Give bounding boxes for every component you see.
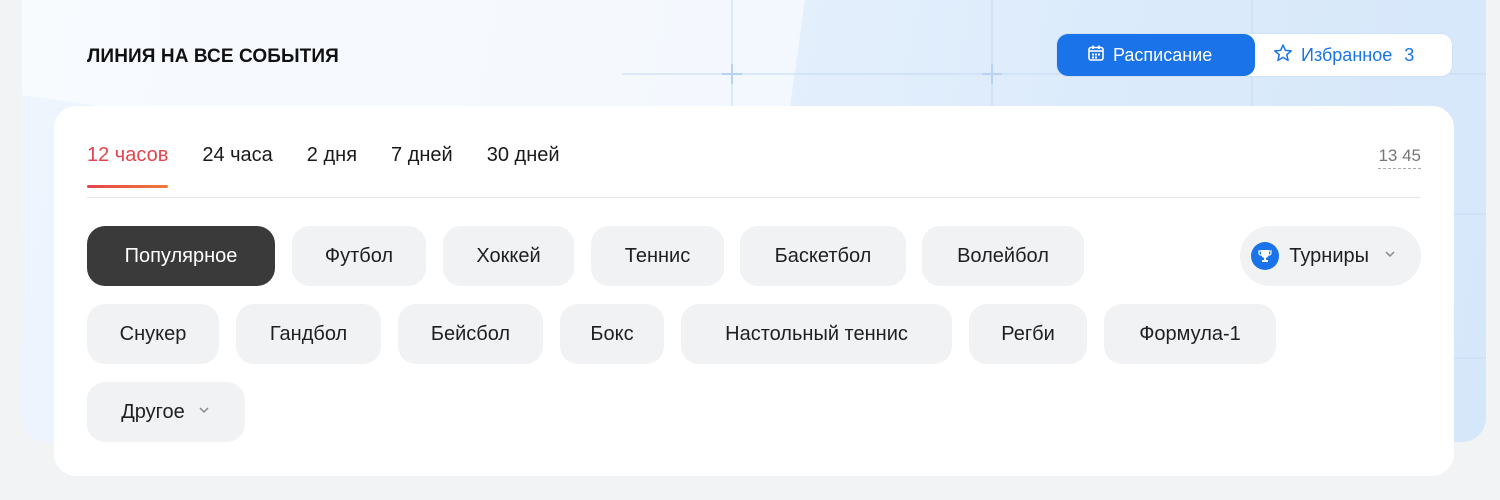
sport-chip-table-tennis[interactable]: Настольный теннис [681, 304, 952, 364]
sport-chip-football[interactable]: Футбол [292, 226, 426, 286]
sport-chip-boxing[interactable]: Бокс [560, 304, 664, 364]
period-tabs: 12 часов 24 часа 2 дня 7 дней 30 дней [87, 144, 594, 188]
favorites-label: Избранное [1301, 44, 1393, 65]
sport-chip-popular[interactable]: Популярное [87, 226, 275, 286]
events-filter-card: 12 часов 24 часа 2 дня 7 дней 30 дней 13… [54, 106, 1454, 476]
other-label: Другое [121, 400, 185, 423]
sport-chip-basketball[interactable]: Баскетбол [740, 226, 906, 286]
sport-chip-rugby[interactable]: Регби [969, 304, 1087, 364]
schedule-button[interactable]: Расписание [1057, 34, 1255, 76]
favorites-button[interactable]: Избранное 3 [1255, 34, 1434, 76]
sport-chip-snooker[interactable]: Снукер [87, 304, 219, 364]
sport-chip-other-dropdown[interactable]: Другое [87, 382, 245, 442]
tab-7-days[interactable]: 7 дней [391, 144, 453, 187]
tournaments-label: Турниры [1289, 244, 1369, 267]
tab-24-hours[interactable]: 24 часа [202, 144, 272, 187]
favorites-count: 3 [1404, 44, 1415, 65]
page-title: ЛИНИЯ НА ВСЕ СОБЫТИЯ [87, 46, 339, 67]
sport-chip-volleyball[interactable]: Волейбол [922, 226, 1084, 286]
tab-12-hours[interactable]: 12 часов [87, 144, 169, 188]
tab-2-days[interactable]: 2 дня [307, 144, 357, 187]
view-toggle: Расписание Избранное 3 [1056, 33, 1453, 77]
tournaments-dropdown[interactable]: Турниры [1240, 226, 1421, 286]
sport-chip-formula-1[interactable]: Формула-1 [1104, 304, 1276, 364]
chevron-down-icon [1383, 247, 1397, 266]
chevron-down-icon [197, 403, 211, 422]
sport-chip-tennis[interactable]: Теннис [591, 226, 724, 286]
sport-chip-handball[interactable]: Гандбол [236, 304, 381, 364]
sport-chip-baseball[interactable]: Бейсбол [398, 304, 543, 364]
tab-30-days[interactable]: 30 дней [487, 144, 560, 187]
calendar-icon [1087, 44, 1105, 67]
trophy-icon [1251, 242, 1280, 270]
time-display[interactable]: 13 45 [1378, 146, 1421, 169]
tabs-divider [87, 197, 1420, 198]
star-icon [1273, 43, 1293, 68]
schedule-label: Расписание [1113, 44, 1213, 65]
sport-chip-hockey[interactable]: Хоккей [443, 226, 574, 286]
